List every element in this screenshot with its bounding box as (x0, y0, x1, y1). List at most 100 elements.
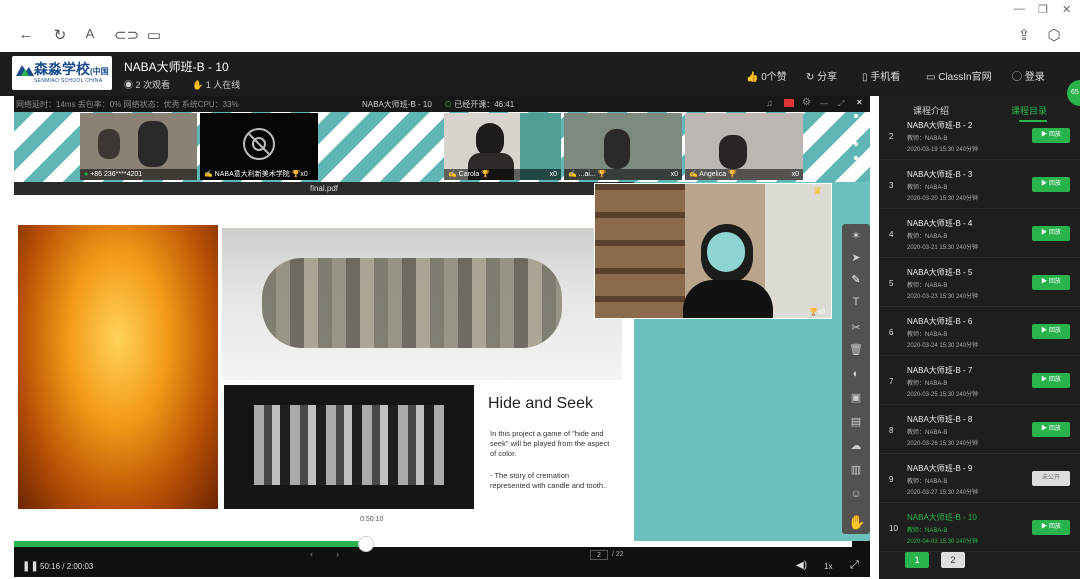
font-icon[interactable]: A (80, 26, 100, 41)
users-icon[interactable]: ☺ (848, 486, 864, 502)
lesson-teacher: 教师：NABA-B (907, 332, 948, 338)
lesson-number: 7 (889, 377, 894, 386)
image-icon[interactable]: ▣ (848, 390, 864, 406)
lesson-item[interactable]: 8 NABA大师班-B - 8 教师：NABA-B 2020-03-26 15:30 … (879, 408, 1080, 454)
teacher-video[interactable]: ♛ 🏆x0 (594, 183, 832, 319)
progress-knob[interactable] (357, 536, 374, 552)
gear-icon[interactable]: ⚙ (802, 97, 811, 108)
video-tile[interactable]: ● +86 236****4201 (80, 113, 197, 180)
lesson-number: 10 (889, 524, 898, 533)
video-label: Angelica (699, 171, 727, 178)
hand-icon[interactable]: ✋ (848, 514, 865, 530)
link-icon[interactable]: ⊂⊃ (114, 26, 139, 44)
lesson-title: NABA大师班-B - 5 (907, 268, 973, 277)
lesson-item[interactable]: 10 NABA大师班-B - 10 教师：NABA-B 2020-04-03 15:3… (879, 506, 1080, 552)
select-icon[interactable]: ➤ (848, 250, 864, 266)
video-strip: ● +86 236****4201 ✍ NABA意大利新美术学院 🏆x0 ✍ C… (14, 112, 870, 182)
lesson-teacher: 教师：NABA-B (907, 185, 948, 191)
mobile-button[interactable]: ▯ 手机看 (862, 68, 900, 83)
lesson-title: NABA大师班-B - 9 (907, 464, 973, 473)
lesson-item[interactable]: 6 NABA大师班-B - 6 教师：NABA-B 2020-03-24 15:30 … (879, 310, 1080, 356)
trash-icon[interactable]: 🗑 (848, 342, 864, 358)
record-icon[interactable] (784, 99, 794, 107)
share-button[interactable]: ↻ 分享 (806, 68, 837, 83)
next-page-icon[interactable]: › (336, 549, 339, 559)
replay-button[interactable]: ▶ 回放 (1032, 275, 1070, 290)
pdf-slide[interactable]: Hide and Seek In this project a game of … (14, 195, 634, 541)
share-icon[interactable]: ⇪ (1014, 26, 1034, 44)
lesson-date: 2020-03-20 15:30 240分钟 (907, 196, 979, 202)
like-button[interactable]: 👍 0个赞 (746, 68, 787, 83)
lesson-date: 2020-03-27 15:30 240分钟 (907, 490, 979, 496)
unpublished-button[interactable]: 未公开 (1032, 471, 1070, 486)
lesson-title: NABA大师班-B - 4 (907, 219, 973, 228)
school-logo: 森淼学校(中国 SENMIAO SCHOOL CHINA (12, 56, 112, 90)
close-stage-icon[interactable]: ✕ (856, 98, 863, 107)
text-icon[interactable]: T (848, 294, 864, 310)
window-icon[interactable]: ▭ (144, 26, 164, 44)
cube-icon[interactable]: ⬡ (1044, 26, 1064, 44)
page-button-1[interactable]: 1 (905, 552, 929, 568)
window-titlebar: — ❐ ✕ (0, 0, 1080, 20)
lesson-item[interactable]: 4 NABA大师班-B - 4 教师：NABA-B 2020-03-21 15:30 … (879, 212, 1080, 258)
replay-button[interactable]: ▶ 回放 (1032, 373, 1070, 388)
slide-heading: Hide and Seek (488, 395, 593, 412)
replay-button[interactable]: ▶ 回放 (1032, 128, 1070, 143)
lesson-number: 9 (889, 475, 894, 484)
eraser-icon[interactable]: ◐ (848, 366, 864, 382)
lesson-number: 3 (889, 181, 894, 190)
login-button[interactable]: ◯ 登录 (1012, 68, 1045, 83)
refresh-icon[interactable]: ↻ (50, 26, 70, 44)
video-tile[interactable]: ✍ Angelica 🏆 x0 (685, 113, 803, 180)
video-tile[interactable]: ✍ NABA意大利新美术学院 🏆x0 (200, 113, 318, 180)
replay-button[interactable]: ▶ 回放 (1032, 177, 1070, 192)
video-tile[interactable]: ✍ Carola 🏆 x0 (444, 113, 561, 180)
laser-pointer-icon[interactable]: ✶ (848, 228, 864, 244)
expand-stage-icon[interactable]: ⤢ (838, 99, 844, 109)
lesson-item[interactable]: 7 NABA大师班-B - 7 教师：NABA-B 2020-03-25 15:30 … (879, 359, 1080, 405)
lesson-teacher: 教师：NABA-B (907, 528, 948, 534)
page-input[interactable]: 2 (590, 550, 608, 560)
camera-off-icon (243, 128, 275, 160)
pause-icon[interactable]: ❚❚ (22, 561, 39, 572)
replay-button[interactable]: ▶ 回放 (1032, 422, 1070, 437)
minimize-stage-icon[interactable]: — (820, 99, 828, 108)
trophy-icon: 🏆x0 (809, 309, 826, 316)
page-button-2[interactable]: 2 (941, 552, 965, 568)
elapsed-time: ⊙ 已经开课：46:41 (444, 100, 515, 109)
speed-button[interactable]: 1x (824, 562, 832, 571)
lesson-number: 2 (889, 132, 894, 141)
lesson-date: 2020-03-19 15:30 240分钟 (907, 147, 979, 153)
comment-icon[interactable]: ▤ (848, 414, 864, 430)
course-title: NABA大师班-B - 10 (124, 60, 229, 74)
replay-button[interactable]: ▶ 回放 (1032, 226, 1070, 241)
lesson-item[interactable]: 9 NABA大师班-B - 9 教师：NABA-B 2020-03-27 15:30 … (879, 457, 1080, 503)
teeth-image (224, 385, 474, 509)
close-icon[interactable]: ✕ (1062, 3, 1071, 16)
restore-icon[interactable]: ❐ (1038, 3, 1048, 16)
progress-track[interactable] (14, 536, 852, 552)
back-arrow-icon[interactable]: ← (16, 26, 36, 43)
bell-icon[interactable]: ♫ (766, 98, 773, 108)
fullscreen-icon[interactable]: ⤢ (850, 559, 859, 572)
prev-page-icon[interactable]: ‹ (310, 549, 313, 559)
minimize-icon[interactable]: — (1014, 3, 1025, 15)
pdf-title-bar: final.pdf (14, 182, 634, 195)
lesson-title: NABA大师班-B - 8 (907, 415, 973, 424)
lesson-item[interactable]: 2 NABA大师班-B - 2 教师：NABA-B 2020-03-19 15:30 … (879, 114, 1080, 160)
volume-icon[interactable]: ◀) (796, 560, 807, 571)
progress-fill (14, 541, 366, 547)
lesson-teacher: 教师：NABA-B (907, 234, 948, 240)
lesson-number: 8 (889, 426, 894, 435)
scissors-icon[interactable]: ✂ (848, 320, 864, 336)
briefcase-icon[interactable]: ▥ (848, 462, 864, 478)
lesson-item[interactable]: 5 NABA大师班-B - 5 教师：NABA-B 2020-03-23 15:30 … (879, 261, 1080, 307)
classin-button[interactable]: ▭ ClassIn官网 (926, 68, 992, 83)
replay-button[interactable]: ▶ 回放 (1032, 520, 1070, 535)
lesson-item[interactable]: 3 NABA大师班-B - 3 教师：NABA-B 2020-03-20 15:30 … (879, 163, 1080, 209)
replay-button[interactable]: ▶ 回放 (1032, 324, 1070, 339)
slide-paragraph-1: In this project a game of "hide and seek… (490, 429, 610, 458)
pen-icon[interactable]: ✎ (848, 272, 864, 288)
cloud-icon[interactable]: ☁ (848, 438, 864, 454)
video-tile[interactable]: ✍ ...ai... 🏆 x0 (564, 113, 682, 180)
